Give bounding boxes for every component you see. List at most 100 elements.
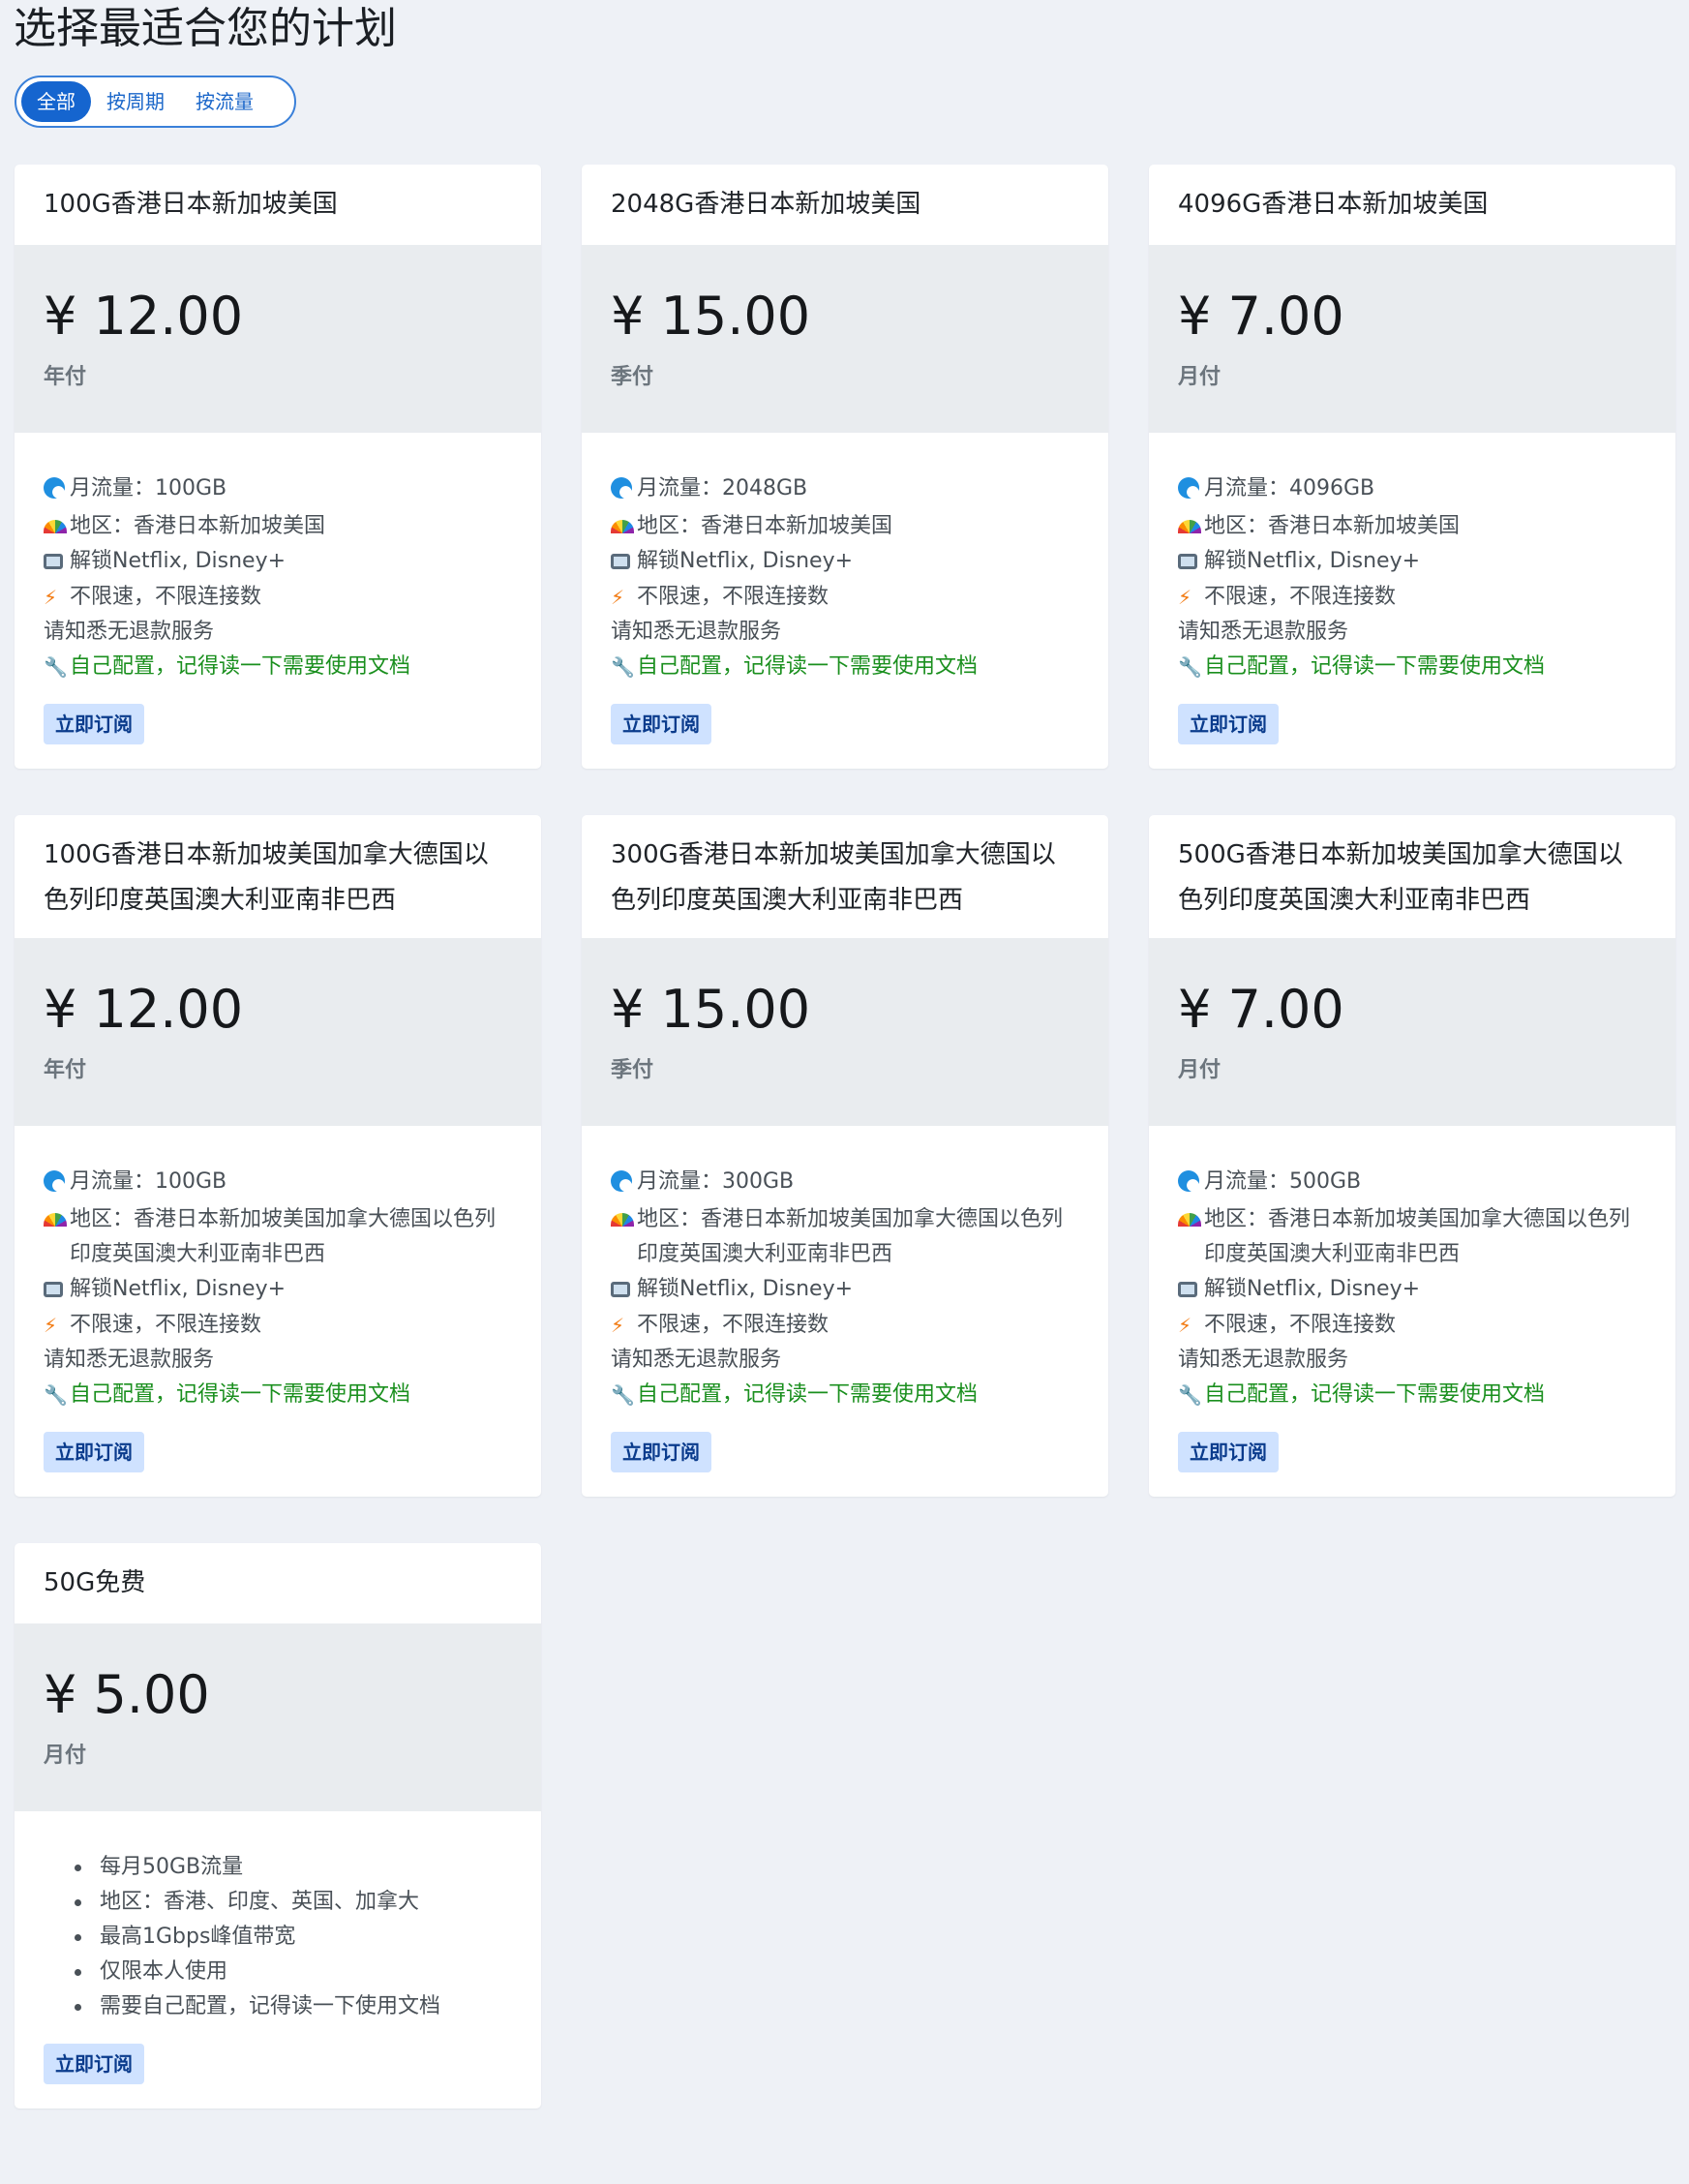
- plan-details: 月流量：4096GB 地区：香港日本新加坡美国 解锁Netflix, Disney+…: [1149, 433, 1675, 769]
- feature-text: 地区：香港日本新加坡美国加拿大德国以色列印度英国澳大利亚南非巴西: [637, 1207, 1064, 1266]
- plan-card: 100G香港日本新加坡美国加拿大德国以色列印度英国澳大利亚南非巴西 ¥ 12.00…: [15, 815, 541, 1497]
- price-block: ¥ 15.00 季付: [582, 245, 1108, 433]
- wrench-icon: 🔧: [44, 1383, 68, 1407]
- subscribe-button[interactable]: 立即订阅: [611, 1432, 711, 1472]
- feature-item: 需要自己配置，记得读一下使用文档: [73, 1989, 512, 2024]
- feature-text: 月流量：500GB: [1204, 1169, 1362, 1194]
- feature-item: 请知悉无退款服务: [44, 615, 512, 650]
- feature-item: 月流量：2048GB: [611, 471, 1079, 509]
- lightning-icon: ⚡: [1178, 586, 1192, 609]
- plan-price: ¥ 12.00: [44, 979, 244, 1040]
- price-block: ¥ 15.00 季付: [582, 938, 1108, 1126]
- subscribe-button[interactable]: 立即订阅: [611, 704, 711, 744]
- feature-item: 每月50GB流量: [73, 1850, 512, 1885]
- feature-text: 请知悉无退款服务: [611, 1348, 782, 1372]
- plan-filter-group: 全部 按周期 按流量: [15, 76, 296, 128]
- tv-icon: [44, 544, 70, 580]
- feature-list: 月流量：4096GB 地区：香港日本新加坡美国 解锁Netflix, Disney+…: [1178, 471, 1646, 684]
- price-block: ¥ 7.00 月付: [1149, 245, 1675, 433]
- feature-item: 🔧 自己配置，记得读一下需要使用文档: [611, 650, 1079, 684]
- wave-icon: [611, 471, 637, 509]
- feature-text: 地区：香港日本新加坡美国加拿大德国以色列印度英国澳大利亚南非巴西: [70, 1207, 497, 1266]
- feature-text: 不限速，不限连接数: [637, 1313, 829, 1337]
- feature-text: 地区：香港日本新加坡美国: [70, 514, 326, 538]
- filter-tab[interactable]: 按流量: [180, 81, 269, 122]
- feature-item: 月流量：100GB: [44, 1165, 512, 1202]
- rainbow-icon: [44, 1202, 70, 1237]
- feature-item: 解锁Netflix, Disney+: [1178, 1272, 1646, 1308]
- feature-list: 月流量：2048GB 地区：香港日本新加坡美国 解锁Netflix, Disney+…: [611, 471, 1079, 684]
- feature-item: 月流量：4096GB: [1178, 471, 1646, 509]
- billing-period: 季付: [611, 365, 654, 389]
- price-block: ¥ 12.00 年付: [15, 245, 541, 433]
- lightning-icon: ⚡: [1178, 1314, 1192, 1337]
- plan-name: 2048G香港日本新加坡美国: [611, 190, 921, 219]
- feature-item: 地区：香港日本新加坡美国加拿大德国以色列印度英国澳大利亚南非巴西: [611, 1202, 1079, 1272]
- page-title: 选择最适合您的计划: [14, 4, 397, 53]
- plan-name: 100G香港日本新加坡美国: [44, 190, 338, 219]
- plan-name: 50G免费: [44, 1568, 146, 1597]
- plan-card: 2048G香港日本新加坡美国 ¥ 15.00 季付月流量：2048GB 地区：香港日本…: [582, 165, 1108, 769]
- feature-item: 🔧 自己配置，记得读一下需要使用文档: [1178, 650, 1646, 684]
- wrench-icon: 🔧: [1178, 655, 1202, 679]
- billing-period: 季付: [611, 1058, 654, 1082]
- plan-name: 500G香港日本新加坡美国加拿大德国以色列印度英国澳大利亚南非巴西: [1178, 840, 1623, 915]
- tv-icon: [1178, 1272, 1204, 1308]
- filter-tab[interactable]: 按周期: [91, 81, 180, 122]
- billing-period: 年付: [44, 365, 87, 389]
- subscribe-button[interactable]: 立即订阅: [1178, 704, 1279, 744]
- feature-text: 解锁Netflix, Disney+: [637, 549, 854, 573]
- plan-price: ¥ 15.00: [611, 979, 811, 1040]
- feature-item: 请知悉无退款服务: [611, 1343, 1079, 1378]
- tv-icon: [44, 1272, 70, 1308]
- price-block: ¥ 5.00 月付: [15, 1623, 541, 1811]
- plan-price: ¥ 7.00: [1178, 286, 1344, 347]
- feature-item: 请知悉无退款服务: [44, 1343, 512, 1378]
- plan-details: 每月50GB流量 地区：香港、印度、英国、加拿大 最高1Gbps峰值带宽 仅限本人使用…: [15, 1811, 541, 2108]
- plan-card: 50G免费 ¥ 5.00 月付每月50GB流量 地区：香港、印度、英国、加拿大 最高1G…: [15, 1543, 541, 2108]
- feature-item: 地区：香港、印度、英国、加拿大: [73, 1885, 512, 1920]
- feature-text: 不限速，不限连接数: [70, 585, 262, 609]
- feature-item: 地区：香港日本新加坡美国: [44, 509, 512, 544]
- feature-item: 解锁Netflix, Disney+: [44, 544, 512, 580]
- plan-card: 300G香港日本新加坡美国加拿大德国以色列印度英国澳大利亚南非巴西 ¥ 15.00…: [582, 815, 1108, 1497]
- feature-text: 解锁Netflix, Disney+: [70, 1277, 287, 1301]
- subscribe-button[interactable]: 立即订阅: [44, 1432, 144, 1472]
- billing-period: 月付: [1178, 365, 1222, 389]
- feature-text: 请知悉无退款服务: [1178, 1348, 1349, 1372]
- feature-text: 月流量：100GB: [70, 1169, 227, 1194]
- subscribe-button[interactable]: 立即订阅: [44, 2044, 144, 2084]
- feature-text: 请知悉无退款服务: [1178, 620, 1349, 644]
- feature-text: 解锁Netflix, Disney+: [637, 1277, 854, 1301]
- wave-icon: [1178, 471, 1204, 509]
- plan-price: ¥ 5.00: [44, 1664, 210, 1725]
- wave-icon: [44, 471, 70, 509]
- rainbow-icon: [611, 1202, 637, 1237]
- feature-text: 自己配置，记得读一下需要使用文档: [70, 654, 411, 679]
- plan-details: 月流量：500GB 地区：香港日本新加坡美国加拿大德国以色列印度英国澳大利亚南非巴…: [1149, 1126, 1675, 1497]
- filter-tab[interactable]: 全部: [21, 81, 91, 122]
- lightning-icon: ⚡: [611, 586, 625, 609]
- billing-period: 月付: [44, 1744, 87, 1768]
- feature-item: 地区：香港日本新加坡美国加拿大德国以色列印度英国澳大利亚南非巴西: [1178, 1202, 1646, 1272]
- feature-text: 不限速，不限连接数: [637, 585, 829, 609]
- subscribe-button[interactable]: 立即订阅: [44, 704, 144, 744]
- plan-details: 月流量：100GB 地区：香港日本新加坡美国 解锁Netflix, Disney+ ⚡…: [15, 433, 541, 769]
- plan-price: ¥ 7.00: [1178, 979, 1344, 1040]
- feature-text: 月流量：2048GB: [637, 476, 808, 500]
- feature-text: 请知悉无退款服务: [44, 620, 215, 644]
- feature-list: 月流量：500GB 地区：香港日本新加坡美国加拿大德国以色列印度英国澳大利亚南非巴…: [1178, 1165, 1646, 1412]
- plan-name: 100G香港日本新加坡美国加拿大德国以色列印度英国澳大利亚南非巴西: [44, 840, 489, 915]
- feature-item: ⚡ 不限速，不限连接数: [1178, 1308, 1646, 1343]
- feature-text: 月流量：300GB: [637, 1169, 795, 1194]
- feature-item: ⚡ 不限速，不限连接数: [44, 1308, 512, 1343]
- feature-text: 地区：香港日本新加坡美国: [637, 514, 893, 538]
- feature-text: 自己配置，记得读一下需要使用文档: [637, 654, 979, 679]
- plan-price: ¥ 12.00: [44, 286, 244, 347]
- price-block: ¥ 12.00 年付: [15, 938, 541, 1126]
- subscribe-button[interactable]: 立即订阅: [1178, 1432, 1279, 1472]
- feature-text: 请知悉无退款服务: [611, 620, 782, 644]
- feature-item: 地区：香港日本新加坡美国: [1178, 509, 1646, 544]
- feature-item: 月流量：300GB: [611, 1165, 1079, 1202]
- feature-text: 月流量：4096GB: [1204, 476, 1375, 500]
